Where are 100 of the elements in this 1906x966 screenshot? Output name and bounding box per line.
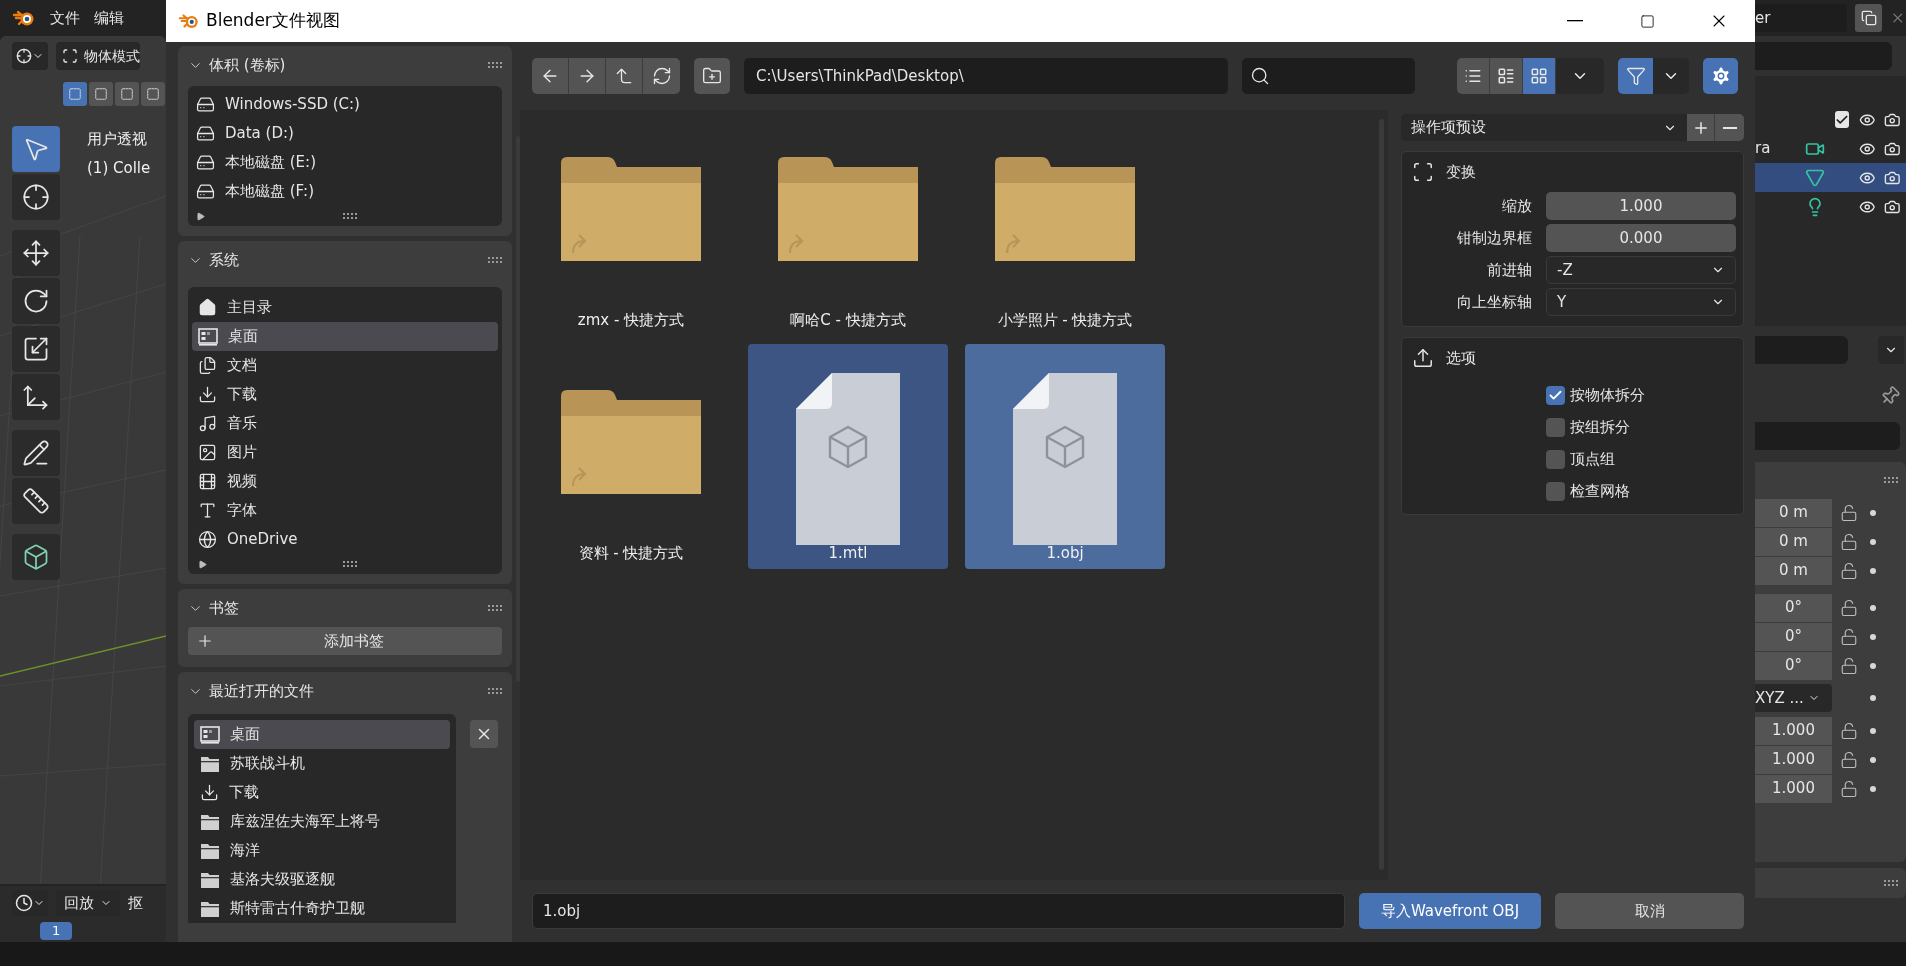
search-field[interactable] (1755, 42, 1892, 70)
search-field[interactable] (1242, 58, 1415, 94)
checkbox[interactable] (1546, 417, 1565, 437)
unlock-icon[interactable] (1840, 721, 1858, 740)
grip-icon[interactable] (1884, 880, 1898, 886)
sidebar-item[interactable]: 视频 (192, 467, 498, 496)
filter-button[interactable] (1618, 58, 1653, 94)
unlock-icon[interactable] (1840, 750, 1858, 769)
grip-icon[interactable] (488, 605, 502, 611)
sidebar-item[interactable]: 音乐 (192, 409, 498, 438)
sidebar-item[interactable]: 斯特雷古什奇护卫舰 (194, 894, 450, 923)
panel-title[interactable]: 书签 (209, 596, 482, 620)
preset-dropdown[interactable]: 操作项预设 (1401, 114, 1687, 141)
sidebar-item[interactable]: 主目录 (192, 293, 498, 322)
expand-triangle-icon[interactable] (196, 211, 205, 221)
sidebar-item[interactable]: 桌面 (192, 322, 498, 351)
cancel-button[interactable]: 取消 (1555, 893, 1744, 929)
playback-dropdown[interactable]: 回放 (56, 890, 120, 916)
menu-item[interactable]: 文件 (50, 6, 80, 30)
value-field[interactable]: 1.000 (1755, 774, 1832, 803)
tool-button[interactable] (12, 534, 60, 580)
file-item[interactable]: 资料 - 快捷方式 (531, 344, 731, 569)
up-arrow-icon[interactable] (614, 66, 634, 86)
unlock-icon[interactable] (1840, 561, 1858, 580)
outliner-row[interactable] (1755, 163, 1906, 192)
file-item[interactable]: 啊哈C - 快捷方式 (748, 111, 948, 336)
unlock-icon[interactable] (1840, 627, 1858, 646)
sidebar-item[interactable]: 苏联战斗机 (194, 749, 450, 778)
grip-icon[interactable] (342, 213, 357, 219)
axis-dropdown[interactable]: -Z (1546, 256, 1736, 284)
value-field[interactable]: 0° (1755, 622, 1832, 651)
tool-button[interactable] (12, 326, 60, 372)
selection-mode-button[interactable] (63, 82, 87, 106)
panel-title[interactable]: 最近打开的文件 (209, 679, 482, 703)
duplicate-button[interactable] (1855, 4, 1883, 32)
tool-button[interactable] (12, 478, 60, 524)
value-field[interactable]: 0 m (1755, 527, 1832, 556)
keying-menu[interactable]: 抠 (128, 891, 143, 915)
tool-button[interactable] (12, 278, 60, 324)
selection-mode-button[interactable] (89, 82, 113, 106)
rotation-mode-dropdown[interactable]: XYZ ... (1755, 684, 1832, 712)
tool-button[interactable] (12, 230, 60, 276)
sidebar-item[interactable]: 下载 (192, 380, 498, 409)
value-field[interactable]: 0 m (1755, 556, 1832, 585)
current-frame-badge[interactable]: 1 (40, 922, 73, 940)
file-item[interactable]: 1.obj (965, 344, 1165, 569)
sidebar-item[interactable]: 基洛夫级驱逐舰 (194, 865, 450, 894)
unlock-icon[interactable] (1840, 779, 1858, 798)
sidebar-item[interactable]: 下载 (194, 778, 450, 807)
display-mode-button[interactable] (1490, 58, 1523, 94)
grip-icon[interactable] (342, 561, 357, 567)
mode-dropdown[interactable]: 物体模式 (56, 42, 140, 70)
value-field[interactable]: 1.000 (1755, 716, 1832, 745)
grip-icon[interactable] (488, 257, 502, 263)
new-folder-button[interactable] (694, 58, 730, 94)
remove-preset-button[interactable] (1715, 114, 1744, 141)
panel-title[interactable]: 体积 (卷标) (209, 53, 482, 77)
refresh-icon[interactable] (651, 66, 672, 86)
tool-button[interactable] (12, 174, 60, 220)
import-button[interactable]: 导入Wavefront OBJ (1359, 893, 1541, 929)
menu-item[interactable]: 编辑 (94, 6, 124, 30)
tool-button[interactable] (12, 430, 60, 476)
checkbox-option[interactable]: 按组拆分 (1546, 414, 1743, 440)
add-preset-button[interactable] (1687, 114, 1715, 141)
checkbox[interactable] (1835, 111, 1849, 128)
value-field[interactable]: 0 m (1755, 498, 1832, 527)
panel-title[interactable]: 系统 (209, 248, 482, 272)
file-item[interactable]: 1.mtl (748, 344, 948, 569)
sidebar-item[interactable]: 桌面 (194, 720, 450, 749)
selection-mode-button[interactable] (141, 82, 165, 106)
number-field[interactable]: 0.000 (1546, 224, 1736, 252)
checkbox[interactable] (1546, 385, 1565, 405)
display-mode-button[interactable] (1457, 58, 1490, 94)
selection-mode-button[interactable] (115, 82, 139, 106)
unlock-icon[interactable] (1840, 656, 1858, 675)
expand-triangle-icon[interactable] (198, 559, 207, 569)
tool-button[interactable] (12, 374, 60, 420)
axis-dropdown[interactable]: Y (1546, 288, 1736, 316)
sidebar-item[interactable]: 库兹涅佐夫海军上将号 (194, 807, 450, 836)
grip-icon[interactable] (1884, 477, 1898, 483)
number-field[interactable]: 1.000 (1546, 192, 1736, 220)
clear-button[interactable] (470, 720, 498, 748)
settings-button[interactable] (1703, 58, 1738, 94)
sidebar-item[interactable]: 本地磁盘 (E:) (190, 148, 500, 177)
sidebar-item[interactable]: 海洋 (194, 836, 450, 865)
add-bookmark-button[interactable]: 添加书签 (188, 627, 502, 655)
sidebar-item[interactable]: 图片 (192, 438, 498, 467)
outliner-row[interactable]: ra (1755, 134, 1906, 163)
filename-field[interactable]: 1.obj (532, 893, 1345, 929)
sidebar-item[interactable]: Windows-SSD (C:) (190, 90, 500, 119)
sidebar-item[interactable]: 本地磁盘 (F:) (190, 177, 500, 206)
file-item[interactable]: 小学照片 - 快捷方式 (965, 111, 1165, 336)
display-mode-button[interactable] (1523, 58, 1556, 94)
sidebar-item[interactable]: OneDrive (192, 525, 498, 554)
grip-icon[interactable] (488, 62, 502, 68)
editor-name-field[interactable]: er (1755, 4, 1848, 32)
value-field[interactable]: 1.000 (1755, 745, 1832, 774)
value-field[interactable]: 0° (1755, 593, 1832, 622)
unlock-icon[interactable] (1840, 598, 1858, 617)
checkbox-option[interactable]: 按物体拆分 (1546, 382, 1743, 408)
